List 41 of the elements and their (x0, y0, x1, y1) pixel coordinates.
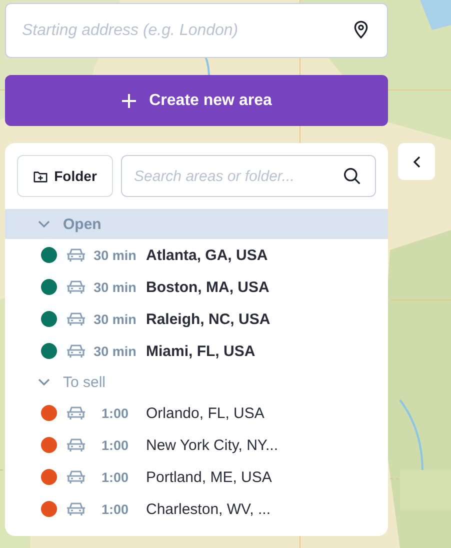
area-name: Orlando, FL, USA (146, 404, 264, 422)
travel-time: 1:00 (100, 438, 130, 452)
travel-time: 30 min (92, 344, 138, 358)
search-icon (343, 167, 361, 185)
car-icon (66, 437, 86, 453)
car-icon (66, 311, 86, 327)
area-item[interactable]: 1:00 Orlando, FL, USA (5, 397, 388, 429)
area-name: Portland, ME, USA (146, 468, 272, 486)
plus-icon (121, 92, 138, 108)
area-item[interactable]: 30 min Atlanta, GA, USA (5, 239, 388, 271)
area-name: New York City, NY... (146, 436, 278, 454)
address-field[interactable]: Starting address (e.g. London) (5, 3, 388, 58)
area-name: Atlanta, GA, USA (146, 246, 268, 264)
area-item[interactable]: 1:00 New York City, NY... (5, 429, 388, 461)
travel-time: 1:00 (100, 502, 130, 516)
area-item[interactable]: 1:00 Charleston, WV, ... (5, 493, 388, 525)
area-name: Boston, MA, USA (146, 278, 270, 296)
area-name: Raleigh, NC, USA (146, 310, 270, 328)
folder-plus-icon (33, 168, 48, 184)
car-icon (66, 501, 86, 517)
car-icon (66, 343, 86, 359)
area-item[interactable]: 30 min Miami, FL, USA (5, 335, 388, 367)
travel-time: 30 min (92, 312, 138, 326)
new-folder-button[interactable]: Folder (17, 155, 113, 197)
car-icon (66, 247, 86, 263)
collapse-panel-button[interactable] (398, 143, 435, 180)
car-icon (66, 469, 86, 485)
travel-time: 1:00 (100, 406, 130, 420)
area-name: Charleston, WV, ... (146, 500, 270, 518)
area-name: Miami, FL, USA (146, 342, 256, 360)
area-item[interactable]: 1:00 Portland, ME, USA (5, 461, 388, 493)
travel-time: 30 min (92, 248, 138, 262)
create-area-button[interactable]: Create new area (5, 75, 388, 126)
car-icon (66, 405, 86, 421)
area-item[interactable]: 30 min Boston, MA, USA (5, 271, 388, 303)
travel-time: 30 min (92, 280, 138, 294)
chevron-left-icon (412, 154, 422, 168)
car-icon (66, 279, 86, 295)
search-field[interactable]: Search areas or folder... (121, 155, 376, 197)
travel-time: 1:00 (100, 470, 130, 484)
area-item[interactable]: 30 min Raleigh, NC, USA (5, 303, 388, 335)
